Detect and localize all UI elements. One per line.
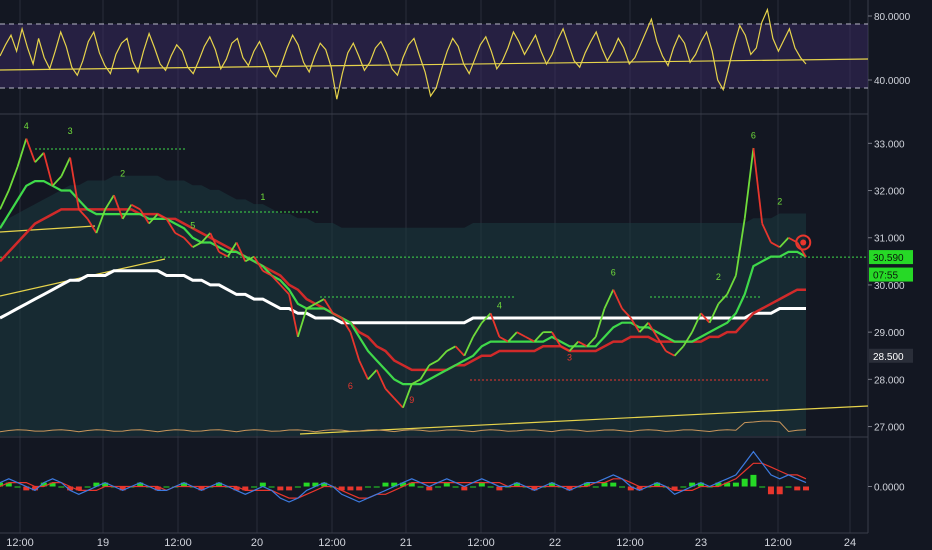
macd-hist-bar-44 — [382, 482, 389, 487]
td-count-label-9: 6 — [611, 268, 616, 278]
macd-axis-tick-label-0: 0.0000 — [874, 483, 905, 494]
macd-hist-bar-68 — [592, 486, 599, 488]
price-axis-tick-label-3: 30.000 — [874, 281, 905, 292]
macd-hist-bar-19 — [163, 486, 170, 488]
macd-hist-bar-84 — [732, 482, 739, 487]
time-axis-label-10: 12:00 — [764, 537, 792, 549]
macd-hist-bar-41 — [356, 486, 363, 491]
chart-root: 4 3 2 5 1 6 9 4 3 6 2 6 2 80.0000 40.0000 33.000 32.000… — [0, 0, 932, 550]
macd-hist-bar-92 — [803, 486, 809, 491]
macd-hist-bar-78 — [680, 486, 687, 488]
time-axis-label-8: 12:00 — [616, 537, 644, 549]
macd-hist-bar-87 — [759, 486, 766, 488]
macd-hist-bar-34 — [294, 486, 301, 488]
macd-hist-bar-43 — [373, 486, 380, 488]
macd-hist-bar-54 — [470, 486, 477, 488]
time-axis-label-6: 12:00 — [467, 537, 495, 549]
last-price-badge: 30.590 — [873, 253, 904, 264]
td-count-label-11: 6 — [751, 131, 756, 141]
td-count-label-7: 4 — [497, 301, 502, 311]
macd-hist-bar-90 — [785, 486, 792, 488]
time-axis-background — [0, 533, 932, 550]
td-count-label-10: 2 — [716, 272, 721, 282]
macd-hist-bar-35 — [303, 482, 310, 487]
td-count-label-2: 2 — [120, 168, 125, 178]
price-axis-tick-label-0: 33.000 — [874, 139, 905, 150]
time-axis-label-5: 21 — [400, 537, 412, 549]
td-count-label-8: 3 — [567, 352, 572, 362]
macd-hist-bar-10 — [84, 486, 91, 488]
td-count-label-1: 3 — [68, 126, 73, 136]
macd-hist-bar-88 — [767, 486, 774, 495]
price-axis-tick-label-4: 29.000 — [874, 328, 905, 339]
oscillator-axis-tick-label-0: 80.0000 — [874, 12, 911, 23]
time-axis-label-2: 12:00 — [164, 537, 192, 549]
macd-hist-bar-7 — [58, 486, 65, 488]
price-axis-tick-label-5: 28.000 — [874, 375, 905, 386]
macd-hist-bar-89 — [776, 486, 783, 495]
oscillator-axis-tick-label-1: 40.0000 — [874, 76, 911, 87]
time-axis-label-9: 23 — [695, 537, 707, 549]
macd-hist-bar-29 — [251, 486, 258, 488]
time-axis-label-4: 12:00 — [318, 537, 346, 549]
macd-hist-bar-50 — [435, 486, 442, 488]
td-count-label-12: 2 — [777, 197, 782, 207]
countdown-badge: 07:55 — [873, 271, 898, 282]
macd-hist-bar-33 — [286, 486, 293, 491]
macd-hist-bar-91 — [794, 486, 801, 491]
macd-hist-bar-70 — [610, 482, 617, 487]
macd-hist-bar-31 — [268, 486, 275, 488]
macd-hist-bar-51 — [443, 482, 450, 487]
macd-hist-bar-69 — [601, 482, 608, 487]
macd-hist-bar-55 — [478, 482, 485, 487]
target-circle-center — [800, 239, 807, 246]
time-axis-label-3: 20 — [251, 537, 263, 549]
price-axis[interactable]: 80.0000 40.0000 33.000 32.000 31.000 30.000 29… — [868, 0, 932, 533]
macd-hist-bar-86 — [750, 474, 757, 487]
time-axis-label-11: 24 — [844, 537, 856, 549]
td-count-label-0: 4 — [24, 121, 29, 131]
price-axis-tick-label-1: 32.000 — [874, 187, 905, 198]
macd-hist-bar-85 — [741, 478, 748, 487]
macd-hist-bar-2 — [14, 486, 21, 488]
marker-price-badge: 28.500 — [873, 352, 904, 363]
price-axis-tick-label-2: 31.000 — [874, 234, 905, 245]
time-axis-label-1: 19 — [97, 537, 109, 549]
price-axis-tick-label-6: 27.000 — [874, 423, 905, 434]
macd-hist-bar-71 — [619, 486, 626, 488]
td-count-label-3: 5 — [190, 220, 195, 230]
macd-hist-bar-32 — [277, 486, 284, 491]
macd-hist-bar-48 — [417, 486, 424, 488]
macd-hist-bar-52 — [452, 486, 459, 488]
macd-hist-bar-42 — [364, 486, 371, 488]
time-axis-label-0: 12:00 — [6, 537, 34, 549]
macd-hist-bar-40 — [347, 486, 354, 491]
td-count-label-6: 9 — [409, 395, 414, 405]
macd-hist-bar-56 — [487, 486, 494, 488]
time-axis[interactable]: 12:00 19 12:00 20 12:00 21 12:00 22 12:00 23 12:00… — [0, 532, 932, 550]
td-count-label-4: 1 — [260, 192, 265, 202]
td-count-label-5: 6 — [348, 381, 353, 391]
time-axis-label-7: 22 — [549, 537, 561, 549]
